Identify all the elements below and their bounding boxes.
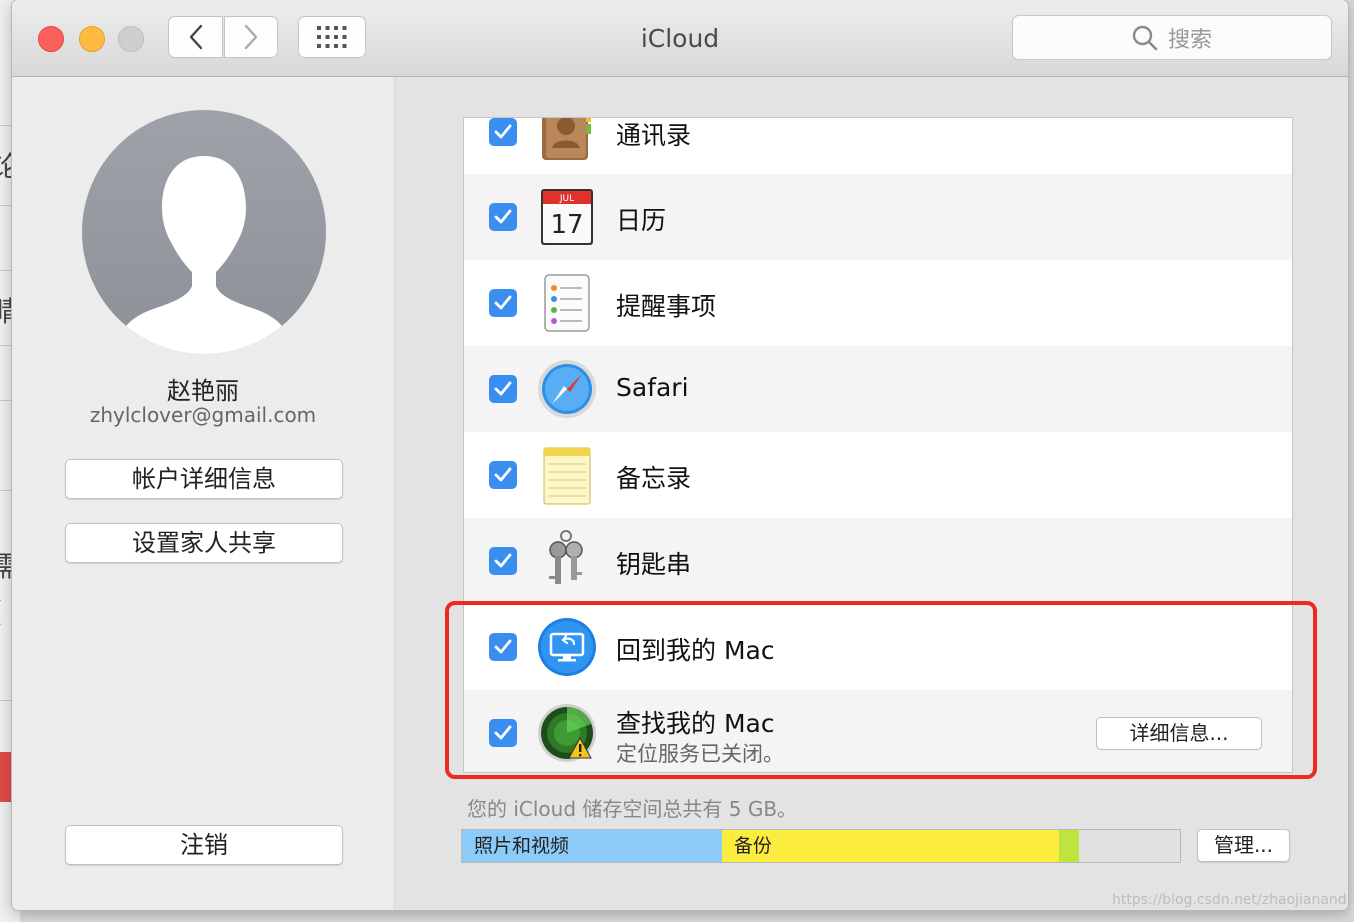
contacts-label: 通讯录 (616, 121, 692, 150)
keychain-icon (549, 530, 583, 584)
storage-summary: 您的 iCloud 储存空间总共有 5 GB。 (467, 797, 798, 821)
title-bar: iCloud 搜索 (12, 0, 1348, 77)
person-silhouette-icon (120, 156, 288, 354)
storage-segment-backup: 备份 (721, 830, 1060, 862)
checkmark-icon (494, 467, 512, 482)
checkmark-icon (494, 124, 512, 139)
calendar-label: 日历 (616, 206, 667, 235)
safari-label: Safari (616, 373, 689, 402)
chevron-right-icon (244, 24, 258, 50)
storage-segment-photos: 照片和视频 (462, 830, 722, 862)
window-title: iCloud (640, 24, 720, 53)
calendar-icon-day: 17 (550, 210, 583, 240)
keychain-label: 钥匙串 (616, 550, 692, 579)
close-button[interactable] (38, 26, 64, 52)
chevron-left-icon (189, 24, 202, 50)
notes-checkbox[interactable] (489, 461, 517, 489)
reminders-checkbox[interactable] (489, 289, 517, 317)
list-item-safari: Safari (464, 346, 1292, 432)
watermark: https://blog.csdn.net/zhaojianand (1112, 892, 1347, 908)
user-name: 赵艳丽 (167, 377, 239, 405)
checkmark-icon (494, 209, 512, 224)
keychain-checkbox[interactable] (489, 547, 517, 575)
contacts-icon (542, 118, 591, 160)
storage-segment-other (1059, 830, 1079, 862)
user-email: zhylclover@gmail.com (89, 403, 317, 427)
search-placeholder: 搜索 (1167, 27, 1212, 53)
notes-label: 备忘录 (616, 464, 692, 493)
sign-out-button[interactable]: 注销 (65, 825, 343, 865)
annotation-highlight-box (445, 601, 1317, 779)
list-item-notes: 备忘录 (464, 432, 1292, 518)
avatar[interactable] (82, 110, 326, 354)
storage-bar: 照片和视频 备份 (461, 829, 1181, 863)
preferences-window: iCloud 搜索 赵艳丽 zhylclover@gmail.com 帐户详细信… (12, 0, 1348, 910)
manage-storage-button[interactable]: 管理... (1197, 829, 1290, 862)
safari-icon (538, 360, 596, 418)
grid-icon (317, 26, 347, 48)
checkmark-icon (494, 553, 512, 568)
calendar-icon: JUL 17 (541, 189, 593, 245)
show-all-button[interactable] (298, 16, 366, 58)
search-field[interactable]: 搜索 (1012, 15, 1332, 60)
checkmark-icon (494, 381, 512, 396)
contacts-checkbox[interactable] (489, 118, 517, 146)
account-details-button[interactable]: 帐户详细信息 (65, 459, 343, 499)
checkmark-icon (494, 295, 512, 310)
services-panel: 通讯录 JUL 17 日历 提醒事项 Safari 备忘录 钥匙串 回到我的 M… (394, 77, 1348, 910)
list-item-calendar: JUL 17 日历 (464, 174, 1292, 260)
calendar-icon-month: JUL (559, 194, 574, 204)
reminders-label: 提醒事项 (616, 292, 717, 321)
zoom-button (118, 26, 144, 52)
safari-checkbox[interactable] (489, 375, 517, 403)
back-button[interactable] (168, 16, 223, 58)
minimize-button[interactable] (79, 26, 105, 52)
family-sharing-button[interactable]: 设置家人共享 (65, 523, 343, 563)
list-item-reminders: 提醒事项 (464, 260, 1292, 346)
search-icon (1132, 25, 1158, 50)
list-item-contacts: 通讯录 (464, 118, 1292, 174)
notes-icon (543, 447, 591, 505)
calendar-checkbox[interactable] (489, 203, 517, 231)
reminders-icon (544, 274, 590, 332)
list-item-keychain: 钥匙串 (464, 518, 1292, 604)
forward-button[interactable] (224, 16, 278, 58)
account-sidebar: 赵艳丽 zhylclover@gmail.com 帐户详细信息 设置家人共享 注… (12, 77, 394, 910)
